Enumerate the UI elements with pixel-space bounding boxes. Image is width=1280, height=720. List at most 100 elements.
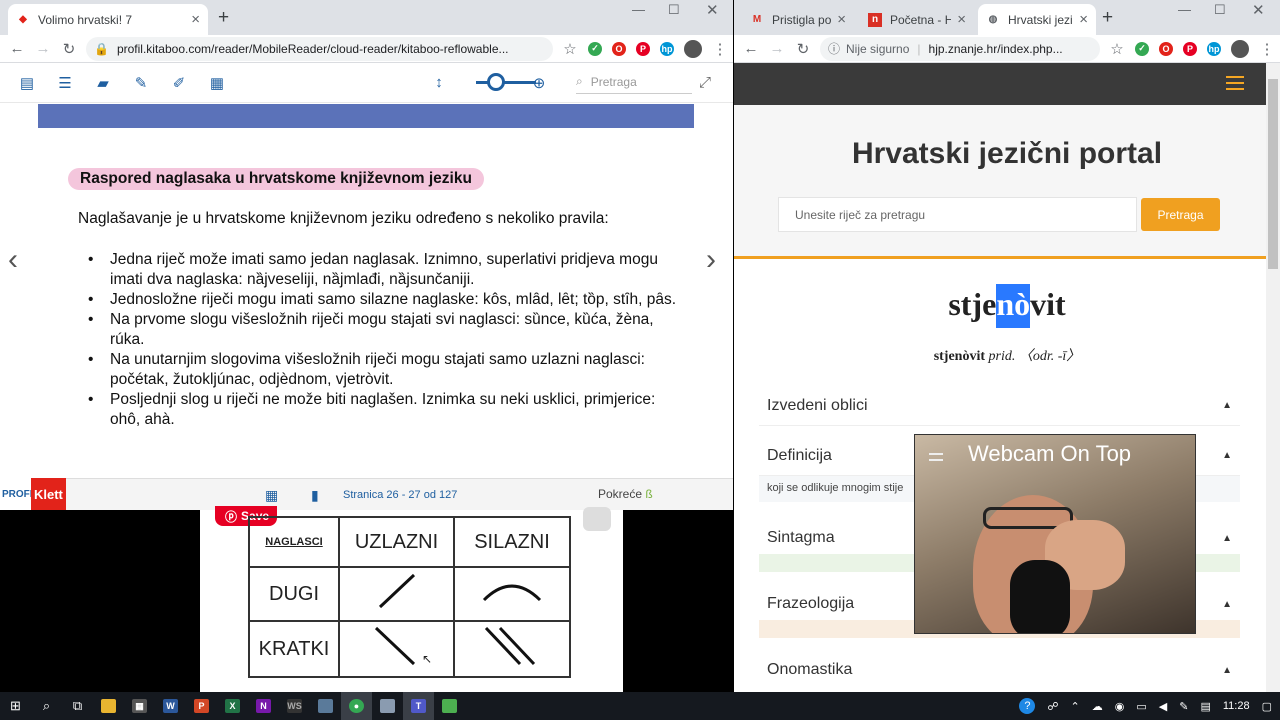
address-bar[interactable]: 🔒 profil.kitaboo.com/reader/MobileReader…: [86, 36, 553, 61]
maximize-icon[interactable]: ☐: [1214, 2, 1226, 18]
app-icon[interactable]: [372, 692, 403, 720]
battery-icon[interactable]: ▭: [1136, 700, 1146, 713]
close-tab-icon[interactable]: ×: [191, 11, 200, 28]
zoom-icon[interactable]: ⊕: [528, 74, 550, 92]
close-tab-icon[interactable]: ×: [1079, 11, 1088, 28]
help-icon[interactable]: ?: [1019, 698, 1036, 714]
word-icon[interactable]: W: [155, 692, 186, 720]
network-icon[interactable]: ◉: [1115, 700, 1125, 713]
forward-icon[interactable]: →: [30, 40, 56, 57]
file-explorer-icon[interactable]: [93, 692, 124, 720]
extension-shield-icon[interactable]: ✓: [588, 41, 602, 56]
bookmark-star-icon[interactable]: ☆: [557, 40, 583, 58]
teams-icon[interactable]: T: [403, 692, 434, 720]
toc-icon[interactable]: ▤: [16, 74, 38, 92]
minimize-icon[interactable]: —: [632, 2, 645, 17]
keyboard-icon[interactable]: ▤: [1200, 700, 1210, 713]
thumbnails-grid-icon[interactable]: ▦: [265, 487, 284, 503]
tab-strip: M Pristigla pošta × n Početna - Hrv × ◍ …: [734, 0, 1280, 35]
notes-icon[interactable]: ▦: [206, 74, 228, 92]
people-icon[interactable]: ☍: [1047, 700, 1058, 713]
expand-icon[interactable]: [583, 507, 611, 531]
bookmark-icon[interactable]: ▰: [92, 74, 114, 92]
fullscreen-icon[interactable]: ⤢: [694, 74, 716, 92]
address-bar[interactable]: ⓘ Nije sigurno | hjp.znanje.hr/index.php…: [820, 36, 1100, 61]
opera-icon[interactable]: O: [1159, 41, 1173, 56]
table-header-cell: UZLAZNI: [338, 516, 455, 568]
windows-taskbar: ⊞ ⌕ ⧉ ▦ W P X N WS ● T ? ☍ ⌃ ☁ ◉ ▭ ◀ ✎ ▤…: [0, 692, 1280, 720]
hp-icon[interactable]: hp: [1207, 41, 1221, 56]
close-window-icon[interactable]: ✕: [1252, 1, 1265, 19]
close-window-icon[interactable]: ✕: [706, 1, 719, 19]
line-spacing-icon[interactable]: ↕: [428, 74, 450, 92]
microphone: [1010, 560, 1070, 633]
webcam-window[interactable]: Webcam On Top: [914, 434, 1196, 634]
onenote-icon[interactable]: N: [248, 692, 279, 720]
notifications-icon[interactable]: ▢: [1262, 700, 1272, 713]
search-icon[interactable]: ⌕: [31, 692, 62, 720]
bookmark-star-icon[interactable]: ☆: [1104, 40, 1130, 58]
zoom-slider-track[interactable]: [476, 81, 536, 84]
zoom-slider-knob[interactable]: [487, 73, 505, 91]
previous-page-icon[interactable]: ‹: [8, 243, 18, 277]
section-izvedeni-oblici[interactable]: Izvedeni oblici ▲: [759, 386, 1240, 426]
webcam-menu-icon[interactable]: [929, 453, 943, 461]
scrollbar[interactable]: [1266, 63, 1280, 692]
tab-hjp[interactable]: ◍ Hrvatski jezič ×: [978, 4, 1096, 35]
section-heading: Raspored naglasaka u hrvatskome književn…: [68, 168, 484, 190]
tab-pocetna[interactable]: n Početna - Hrv ×: [860, 4, 974, 35]
menu-kebab-icon[interactable]: ⋮: [1254, 40, 1280, 58]
search-input[interactable]: Unesite riječ za pretragu: [778, 197, 1137, 232]
tab-volimo-hrvatski[interactable]: ◆ Volimo hrvatski! 7 ×: [8, 4, 208, 35]
table-row-label: KRATKI: [248, 620, 340, 678]
chrome-icon[interactable]: ●: [341, 692, 372, 720]
minimize-icon[interactable]: —: [1178, 2, 1191, 17]
powerpoint-icon[interactable]: P: [186, 692, 217, 720]
app-icon[interactable]: [434, 692, 465, 720]
single-page-icon[interactable]: ▮: [311, 487, 330, 503]
profile-avatar[interactable]: [1231, 39, 1249, 58]
store-icon[interactable]: ▦: [124, 692, 155, 720]
forward-icon[interactable]: →: [764, 40, 790, 57]
new-tab-button[interactable]: +: [218, 7, 229, 29]
profile-avatar[interactable]: [684, 39, 702, 58]
maximize-icon[interactable]: ☐: [668, 2, 680, 18]
reload-icon[interactable]: ↻: [790, 40, 816, 58]
chevron-up-icon: ▲: [1222, 400, 1232, 411]
chevron-up-icon[interactable]: ⌃: [1071, 700, 1080, 713]
ws-icon[interactable]: WS: [279, 692, 310, 720]
extension-shield-icon[interactable]: ✓: [1135, 41, 1149, 56]
close-tab-icon[interactable]: ×: [957, 11, 966, 28]
cloud-icon[interactable]: ☁: [1092, 700, 1103, 713]
close-tab-icon[interactable]: ×: [837, 11, 846, 28]
next-page-icon[interactable]: ›: [706, 243, 716, 277]
clock[interactable]: 11:28: [1223, 700, 1250, 712]
windows-start-icon[interactable]: ⊞: [0, 692, 31, 720]
back-icon[interactable]: ←: [4, 40, 30, 57]
lock-icon: 🔒: [94, 41, 109, 56]
hp-icon[interactable]: hp: [660, 41, 674, 56]
list-item: Na unutarnjim slogovima višesložnih rije…: [88, 350, 683, 390]
task-view-icon[interactable]: ⧉: [62, 692, 93, 720]
highlighter-icon[interactable]: ✎: [130, 74, 152, 92]
pinterest-icon[interactable]: P: [1183, 41, 1197, 56]
reader-search[interactable]: ⌕ Pretraga: [576, 70, 692, 94]
list-icon[interactable]: ☰: [54, 74, 76, 92]
hamburger-menu-icon[interactable]: [1226, 76, 1244, 90]
new-tab-button[interactable]: +: [1102, 7, 1113, 29]
pen-icon[interactable]: ✎: [1179, 700, 1188, 713]
volume-icon[interactable]: ◀: [1159, 700, 1167, 713]
app-icon[interactable]: [310, 692, 341, 720]
back-icon[interactable]: ←: [738, 40, 764, 57]
tab-gmail[interactable]: M Pristigla pošta ×: [742, 4, 854, 35]
reload-icon[interactable]: ↻: [56, 40, 82, 58]
pen-icon[interactable]: ✐: [168, 74, 190, 92]
scrollbar-thumb[interactable]: [1268, 79, 1278, 269]
chevron-up-icon: ▲: [1222, 664, 1232, 676]
search-button[interactable]: Pretraga: [1141, 198, 1220, 231]
section-onomastika[interactable]: Onomastika ▲: [759, 650, 1240, 690]
pinterest-icon[interactable]: P: [636, 41, 650, 56]
opera-icon[interactable]: O: [612, 41, 626, 56]
menu-kebab-icon[interactable]: ⋮: [707, 40, 733, 58]
excel-icon[interactable]: X: [217, 692, 248, 720]
